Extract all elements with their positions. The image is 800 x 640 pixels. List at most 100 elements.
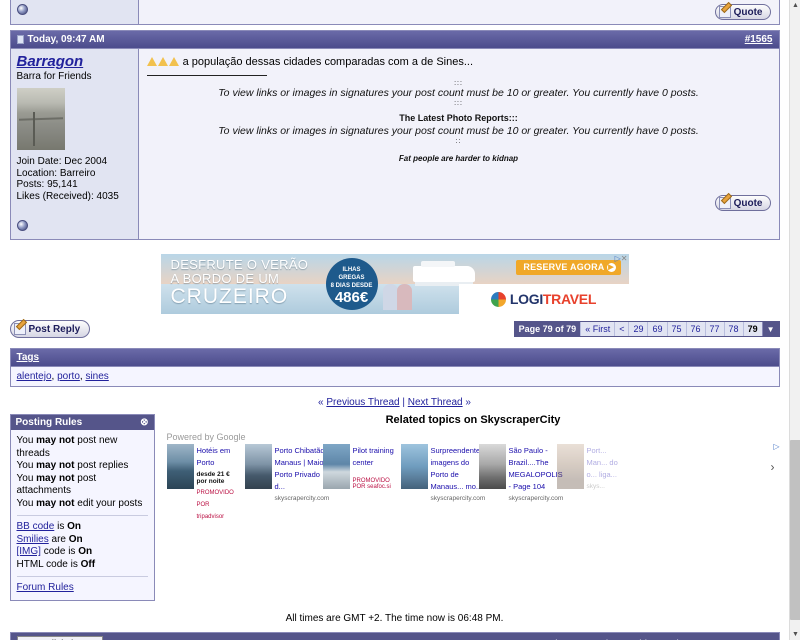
related-card[interactable]: Port... Man... do o... liga... skys... <box>556 444 629 490</box>
ad-creative[interactable]: DESFRUTE O VERÃO A BORDO DE UM CRUZEIRO … <box>160 254 629 314</box>
ad-headline-line2: A BORDO DE UM <box>170 271 280 286</box>
ad-close-icon[interactable]: ✕ <box>621 254 628 263</box>
post-reply-button[interactable]: Post Reply <box>9 320 91 338</box>
signature-divider <box>146 75 267 76</box>
pagination-page[interactable]: 76 <box>685 322 705 336</box>
related-card[interactable]: Porto Chibatão | Manaus | Maior Porto Pr… <box>244 444 329 502</box>
pagination: Page 79 of 79 « First < 29 69 75 76 77 7… <box>513 321 780 337</box>
post-header: Today, 09:47 AM #1565 <box>10 31 779 49</box>
ad-brand-part1: LOGI <box>509 291 543 307</box>
post-message: a população dessas cidades comparadas co… <box>146 55 771 69</box>
next-thread-link[interactable]: Next Thread <box>408 397 463 408</box>
pagination-first[interactable]: « First <box>580 322 614 336</box>
card-title[interactable]: Pilot training center <box>353 446 394 467</box>
user-joindate: Join Date: Dec 2004 <box>16 156 108 167</box>
post-usertitle: Barra for Friends <box>16 71 92 82</box>
time-notice-prefix: All times are GMT +2. The time now is <box>285 612 458 624</box>
signature-dots-1: ::: <box>454 80 463 87</box>
posting-rules-header: Posting Rules ⊗ <box>10 415 154 430</box>
ad-badge-price: 486€ <box>334 289 369 306</box>
ad-headline-line1: DESFRUTE O VERÃO <box>170 257 309 272</box>
signature-photo-reports-suffix: :: <box>511 113 518 123</box>
card-title[interactable]: São Paulo - Brazil....The MEGALOPOLIS - … <box>509 446 563 491</box>
card-title[interactable]: Porto Chibatão | Manaus | Maior Porto Pr… <box>275 446 329 491</box>
posting-rules-body: You may not post new threads You may not… <box>11 430 154 600</box>
forum-rules-link[interactable]: Forum Rules <box>17 582 74 593</box>
language-selector[interactable]: -- English (US) <box>16 635 103 640</box>
previous-thread-link[interactable]: Previous Thread <box>326 397 399 408</box>
tags-header: Tags <box>10 349 779 367</box>
forum-time-notice: All times are GMT +2. The time now is 06… <box>0 613 789 624</box>
card-source: PROMOVIDO POR seafoc.si <box>352 478 391 490</box>
time-notice-suffix: . <box>500 612 504 624</box>
tags-header-link[interactable]: Tags <box>17 352 40 363</box>
posting-rules-panel: Posting Rules ⊗ You may not post new thr… <box>9 414 155 601</box>
posting-rule-item: You may not post new threads <box>16 435 118 459</box>
pagination-prev[interactable]: < <box>614 322 628 336</box>
post-userinfo-panel: Barragon Barra for Friends Join Date: De… <box>10 49 139 239</box>
ad-choices[interactable]: ▷✕ <box>615 254 628 263</box>
card-title[interactable]: Surpreendentes imagens do Porto de Manau… <box>431 446 484 491</box>
thread-nav-separator: | <box>402 397 405 408</box>
ad-couple-illustration <box>382 280 423 310</box>
tag-alentejo[interactable]: alentejo <box>17 371 52 382</box>
card-title[interactable]: Port... Man... do o... liga... <box>587 446 618 479</box>
collapse-icon[interactable]: ⊗ <box>140 417 148 428</box>
posting-rule-item: You may not edit your posts <box>16 497 143 509</box>
htmlcode-status: HTML code is Off <box>16 558 96 570</box>
posting-rule-item: You may not post replies <box>16 460 129 471</box>
vertical-scrollbar[interactable]: ▲ ▼ <box>789 0 800 640</box>
carousel-next-icon[interactable]: › <box>765 452 780 482</box>
thread-next-arrow-icon: » <box>465 397 471 408</box>
post-number[interactable]: #1565 <box>745 34 773 45</box>
thread-navigation: « Previous Thread | Next Thread » <box>0 397 789 408</box>
pagination-current-page: 79 <box>742 322 762 336</box>
related-card[interactable]: Pilot training center PROMOVIDO POR seaf… <box>322 444 395 490</box>
card-thumbnail <box>244 444 272 489</box>
quote-button-label: Quote <box>733 197 763 209</box>
logitravel-logo-icon <box>490 291 506 307</box>
tag-porto[interactable]: porto <box>57 371 80 382</box>
pagination-dropdown-icon[interactable]: ▼ <box>761 322 779 336</box>
ad-cta-button[interactable]: RESERVE AGORA <box>516 260 621 275</box>
related-card[interactable]: São Paulo - Brazil....The MEGALOPOLIS - … <box>478 444 563 502</box>
scrollbar-thumb[interactable] <box>790 440 800 620</box>
pagination-page[interactable]: 75 <box>666 322 686 336</box>
adchoices-icon[interactable]: ▷ <box>773 442 779 451</box>
ad-badge-line1: ILHAS <box>342 267 361 273</box>
tags-panel: Tags alentejo, porto, sines <box>9 348 780 387</box>
scroll-down-icon[interactable]: ▼ <box>790 629 800 640</box>
ad-brand-part2: TRAVEL <box>542 291 597 307</box>
post-reply-label: Post Reply <box>28 323 81 335</box>
page-root: Quote Today, 09:47 AM #1565 Barragon Bar… <box>0 0 789 640</box>
smilies-link[interactable]: Smilies <box>17 534 49 545</box>
pagination-page[interactable]: 77 <box>704 322 724 336</box>
posting-rules-title: Posting Rules <box>15 417 83 428</box>
posting-rule-item: You may not post attachments <box>16 472 97 497</box>
card-title[interactable]: Hotéis em Porto <box>197 446 231 467</box>
post-username-link[interactable]: Barragon <box>17 54 132 70</box>
related-card[interactable]: Hotéis em Porto desde 21 € por noite PRO… <box>166 444 239 521</box>
card-thumbnail <box>556 444 584 489</box>
related-card[interactable]: Surpreendentes imagens do Porto de Manau… <box>400 444 485 502</box>
pagination-page[interactable]: 78 <box>723 322 743 336</box>
bbcode-status: BB code is On <box>16 521 81 532</box>
card-thumbnail <box>322 444 350 489</box>
post-body-row: Barragon Barra for Friends Join Date: De… <box>10 49 779 239</box>
card-source: skyscrapercity.com <box>430 495 486 502</box>
bbcode-link[interactable]: BB code <box>17 521 55 532</box>
advertisement[interactable]: DESFRUTE O VERÃO A BORDO DE UM CRUZEIRO … <box>160 254 629 314</box>
imgcode-link[interactable]: [IMG] <box>17 546 41 557</box>
footer-bar: -- English (US) Contact Us - SkyscraperC… <box>9 631 780 640</box>
pagination-page[interactable]: 69 <box>647 322 666 336</box>
pagination-page[interactable]: 29 <box>628 322 647 336</box>
scroll-up-icon[interactable]: ▲ <box>790 0 800 11</box>
user-location: Location: Barreiro <box>16 167 96 179</box>
quote-button[interactable]: Quote <box>714 4 771 20</box>
quote-button[interactable]: Quote <box>714 195 771 211</box>
warning-triangle-icon <box>146 57 157 66</box>
previous-post-row: Quote <box>10 0 779 24</box>
tag-sines[interactable]: sines <box>85 371 108 382</box>
post-number-link[interactable]: #1565 <box>745 34 773 45</box>
current-time: 06:48 PM <box>457 612 501 624</box>
